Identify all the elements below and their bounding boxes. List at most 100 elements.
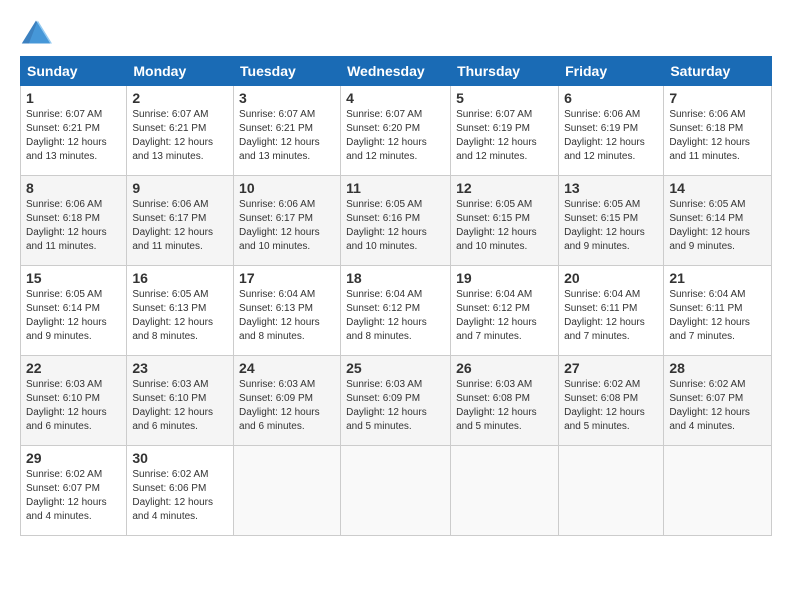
day-info: Sunrise: 6:03 AM Sunset: 6:10 PM Dayligh… — [132, 378, 228, 434]
day-info: Sunrise: 6:06 AM Sunset: 6:19 PM Dayligh… — [564, 108, 658, 164]
week-row-4: 22 Sunrise: 6:03 AM Sunset: 6:10 PM Dayl… — [21, 356, 772, 446]
calendar-cell: 24 Sunrise: 6:03 AM Sunset: 6:09 PM Dayl… — [234, 356, 341, 446]
day-info: Sunrise: 6:04 AM Sunset: 6:13 PM Dayligh… — [239, 288, 335, 344]
day-number: 28 — [669, 360, 766, 376]
day-number: 19 — [456, 270, 553, 286]
day-number: 30 — [132, 450, 228, 466]
calendar-cell: 4 Sunrise: 6:07 AM Sunset: 6:20 PM Dayli… — [341, 86, 451, 176]
calendar-cell: 27 Sunrise: 6:02 AM Sunset: 6:08 PM Dayl… — [559, 356, 664, 446]
weekday-header-friday: Friday — [559, 57, 664, 86]
day-number: 8 — [26, 180, 121, 196]
page: SundayMondayTuesdayWednesdayThursdayFrid… — [0, 0, 792, 546]
calendar-cell — [664, 446, 772, 536]
day-info: Sunrise: 6:06 AM Sunset: 6:17 PM Dayligh… — [132, 198, 228, 254]
weekday-header-tuesday: Tuesday — [234, 57, 341, 86]
calendar-cell: 15 Sunrise: 6:05 AM Sunset: 6:14 PM Dayl… — [21, 266, 127, 356]
day-number: 1 — [26, 90, 121, 106]
day-number: 21 — [669, 270, 766, 286]
day-number: 17 — [239, 270, 335, 286]
day-number: 14 — [669, 180, 766, 196]
day-info: Sunrise: 6:07 AM Sunset: 6:21 PM Dayligh… — [239, 108, 335, 164]
day-number: 16 — [132, 270, 228, 286]
week-row-5: 29 Sunrise: 6:02 AM Sunset: 6:07 PM Dayl… — [21, 446, 772, 536]
calendar-cell: 12 Sunrise: 6:05 AM Sunset: 6:15 PM Dayl… — [451, 176, 559, 266]
calendar-cell: 19 Sunrise: 6:04 AM Sunset: 6:12 PM Dayl… — [451, 266, 559, 356]
weekday-header-row: SundayMondayTuesdayWednesdayThursdayFrid… — [21, 57, 772, 86]
day-number: 26 — [456, 360, 553, 376]
day-number: 2 — [132, 90, 228, 106]
day-number: 23 — [132, 360, 228, 376]
day-info: Sunrise: 6:05 AM Sunset: 6:13 PM Dayligh… — [132, 288, 228, 344]
day-number: 6 — [564, 90, 658, 106]
day-number: 25 — [346, 360, 445, 376]
calendar-cell: 6 Sunrise: 6:06 AM Sunset: 6:19 PM Dayli… — [559, 86, 664, 176]
calendar-cell — [341, 446, 451, 536]
calendar-cell: 16 Sunrise: 6:05 AM Sunset: 6:13 PM Dayl… — [127, 266, 234, 356]
calendar-cell: 13 Sunrise: 6:05 AM Sunset: 6:15 PM Dayl… — [559, 176, 664, 266]
day-number: 22 — [26, 360, 121, 376]
day-info: Sunrise: 6:02 AM Sunset: 6:06 PM Dayligh… — [132, 468, 228, 524]
day-info: Sunrise: 6:05 AM Sunset: 6:14 PM Dayligh… — [26, 288, 121, 344]
calendar-cell: 14 Sunrise: 6:05 AM Sunset: 6:14 PM Dayl… — [664, 176, 772, 266]
day-info: Sunrise: 6:05 AM Sunset: 6:15 PM Dayligh… — [456, 198, 553, 254]
calendar-cell: 21 Sunrise: 6:04 AM Sunset: 6:11 PM Dayl… — [664, 266, 772, 356]
calendar-cell: 30 Sunrise: 6:02 AM Sunset: 6:06 PM Dayl… — [127, 446, 234, 536]
header — [20, 18, 772, 46]
day-number: 10 — [239, 180, 335, 196]
calendar-cell: 20 Sunrise: 6:04 AM Sunset: 6:11 PM Dayl… — [559, 266, 664, 356]
day-info: Sunrise: 6:06 AM Sunset: 6:17 PM Dayligh… — [239, 198, 335, 254]
weekday-header-saturday: Saturday — [664, 57, 772, 86]
calendar-cell: 25 Sunrise: 6:03 AM Sunset: 6:09 PM Dayl… — [341, 356, 451, 446]
day-number: 20 — [564, 270, 658, 286]
logo-icon — [20, 18, 52, 46]
day-info: Sunrise: 6:03 AM Sunset: 6:09 PM Dayligh… — [346, 378, 445, 434]
day-info: Sunrise: 6:03 AM Sunset: 6:09 PM Dayligh… — [239, 378, 335, 434]
calendar-cell: 22 Sunrise: 6:03 AM Sunset: 6:10 PM Dayl… — [21, 356, 127, 446]
day-info: Sunrise: 6:04 AM Sunset: 6:11 PM Dayligh… — [564, 288, 658, 344]
day-info: Sunrise: 6:07 AM Sunset: 6:19 PM Dayligh… — [456, 108, 553, 164]
calendar-cell: 1 Sunrise: 6:07 AM Sunset: 6:21 PM Dayli… — [21, 86, 127, 176]
calendar-cell: 23 Sunrise: 6:03 AM Sunset: 6:10 PM Dayl… — [127, 356, 234, 446]
calendar-cell — [559, 446, 664, 536]
calendar-cell: 8 Sunrise: 6:06 AM Sunset: 6:18 PM Dayli… — [21, 176, 127, 266]
weekday-header-thursday: Thursday — [451, 57, 559, 86]
day-number: 3 — [239, 90, 335, 106]
day-number: 12 — [456, 180, 553, 196]
day-info: Sunrise: 6:03 AM Sunset: 6:08 PM Dayligh… — [456, 378, 553, 434]
calendar-cell: 7 Sunrise: 6:06 AM Sunset: 6:18 PM Dayli… — [664, 86, 772, 176]
day-info: Sunrise: 6:02 AM Sunset: 6:07 PM Dayligh… — [26, 468, 121, 524]
week-row-3: 15 Sunrise: 6:05 AM Sunset: 6:14 PM Dayl… — [21, 266, 772, 356]
day-number: 13 — [564, 180, 658, 196]
day-info: Sunrise: 6:03 AM Sunset: 6:10 PM Dayligh… — [26, 378, 121, 434]
day-info: Sunrise: 6:06 AM Sunset: 6:18 PM Dayligh… — [669, 108, 766, 164]
day-number: 4 — [346, 90, 445, 106]
calendar-cell: 29 Sunrise: 6:02 AM Sunset: 6:07 PM Dayl… — [21, 446, 127, 536]
calendar-cell: 17 Sunrise: 6:04 AM Sunset: 6:13 PM Dayl… — [234, 266, 341, 356]
day-info: Sunrise: 6:04 AM Sunset: 6:11 PM Dayligh… — [669, 288, 766, 344]
calendar-cell — [451, 446, 559, 536]
calendar-table: SundayMondayTuesdayWednesdayThursdayFrid… — [20, 56, 772, 536]
week-row-2: 8 Sunrise: 6:06 AM Sunset: 6:18 PM Dayli… — [21, 176, 772, 266]
weekday-header-sunday: Sunday — [21, 57, 127, 86]
day-number: 9 — [132, 180, 228, 196]
day-info: Sunrise: 6:05 AM Sunset: 6:16 PM Dayligh… — [346, 198, 445, 254]
day-info: Sunrise: 6:07 AM Sunset: 6:21 PM Dayligh… — [132, 108, 228, 164]
day-number: 27 — [564, 360, 658, 376]
day-info: Sunrise: 6:05 AM Sunset: 6:15 PM Dayligh… — [564, 198, 658, 254]
weekday-header-wednesday: Wednesday — [341, 57, 451, 86]
calendar-cell: 9 Sunrise: 6:06 AM Sunset: 6:17 PM Dayli… — [127, 176, 234, 266]
calendar-cell: 11 Sunrise: 6:05 AM Sunset: 6:16 PM Dayl… — [341, 176, 451, 266]
day-info: Sunrise: 6:07 AM Sunset: 6:20 PM Dayligh… — [346, 108, 445, 164]
week-row-1: 1 Sunrise: 6:07 AM Sunset: 6:21 PM Dayli… — [21, 86, 772, 176]
day-number: 24 — [239, 360, 335, 376]
day-number: 15 — [26, 270, 121, 286]
day-number: 29 — [26, 450, 121, 466]
day-number: 5 — [456, 90, 553, 106]
day-info: Sunrise: 6:02 AM Sunset: 6:07 PM Dayligh… — [669, 378, 766, 434]
day-info: Sunrise: 6:02 AM Sunset: 6:08 PM Dayligh… — [564, 378, 658, 434]
calendar-cell: 2 Sunrise: 6:07 AM Sunset: 6:21 PM Dayli… — [127, 86, 234, 176]
weekday-header-monday: Monday — [127, 57, 234, 86]
logo — [20, 18, 54, 46]
day-number: 7 — [669, 90, 766, 106]
calendar-cell: 28 Sunrise: 6:02 AM Sunset: 6:07 PM Dayl… — [664, 356, 772, 446]
